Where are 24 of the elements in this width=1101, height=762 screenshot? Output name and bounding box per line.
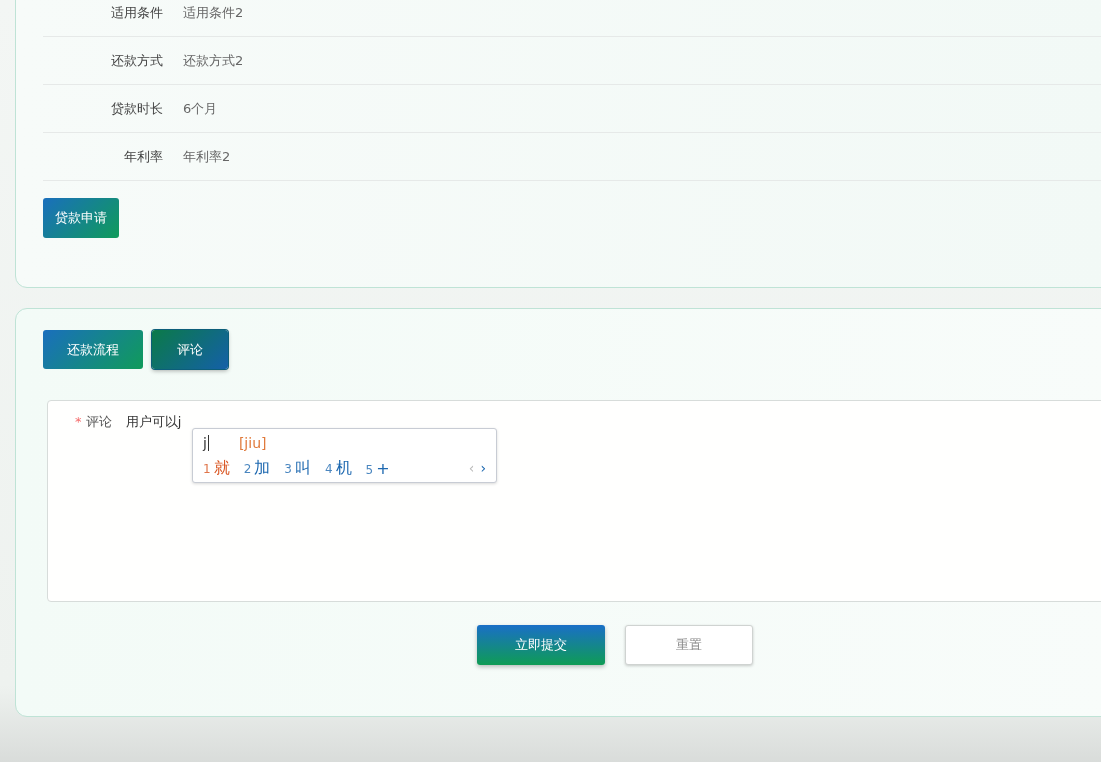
field-value: 年利率2	[183, 147, 231, 166]
field-value: 适用条件2	[183, 3, 244, 22]
ime-candidate[interactable]: 3 叫	[284, 457, 311, 479]
ime-composition: j	[203, 435, 209, 451]
field-value: 还款方式2	[183, 51, 244, 70]
loan-apply-button[interactable]: 贷款申请	[43, 198, 119, 238]
comment-label: * 评论	[75, 413, 112, 431]
comment-box[interactable]: * 评论 用户可以j j [jiu] 1 就 2 加 3 叫 4 机 5 + ‹ ›	[47, 400, 1101, 602]
tab[interactable]: 还款流程	[43, 330, 143, 369]
ime-candidate[interactable]: 4 机	[324, 457, 352, 479]
comment-text: 用户可以j	[125, 413, 182, 431]
tab[interactable]: 评论	[152, 330, 228, 369]
submit-button[interactable]: 立即提交	[477, 625, 605, 665]
field-label: 还款方式	[110, 51, 164, 70]
ime-candidate[interactable]: 1 就	[203, 457, 230, 479]
ime-candidate[interactable]: 5 +	[365, 458, 390, 478]
field-label: 适用条件	[110, 3, 164, 22]
field-label: 年利率	[123, 147, 164, 166]
field-value: 6个月	[183, 99, 218, 118]
reset-button[interactable]: 重置	[625, 625, 753, 665]
ime-candidate[interactable]: 2 加	[243, 457, 271, 479]
field-label: 贷款时长	[110, 99, 164, 118]
pinyin-hint: [jiu]	[238, 435, 267, 451]
next-page-button[interactable]: ›	[480, 460, 486, 476]
